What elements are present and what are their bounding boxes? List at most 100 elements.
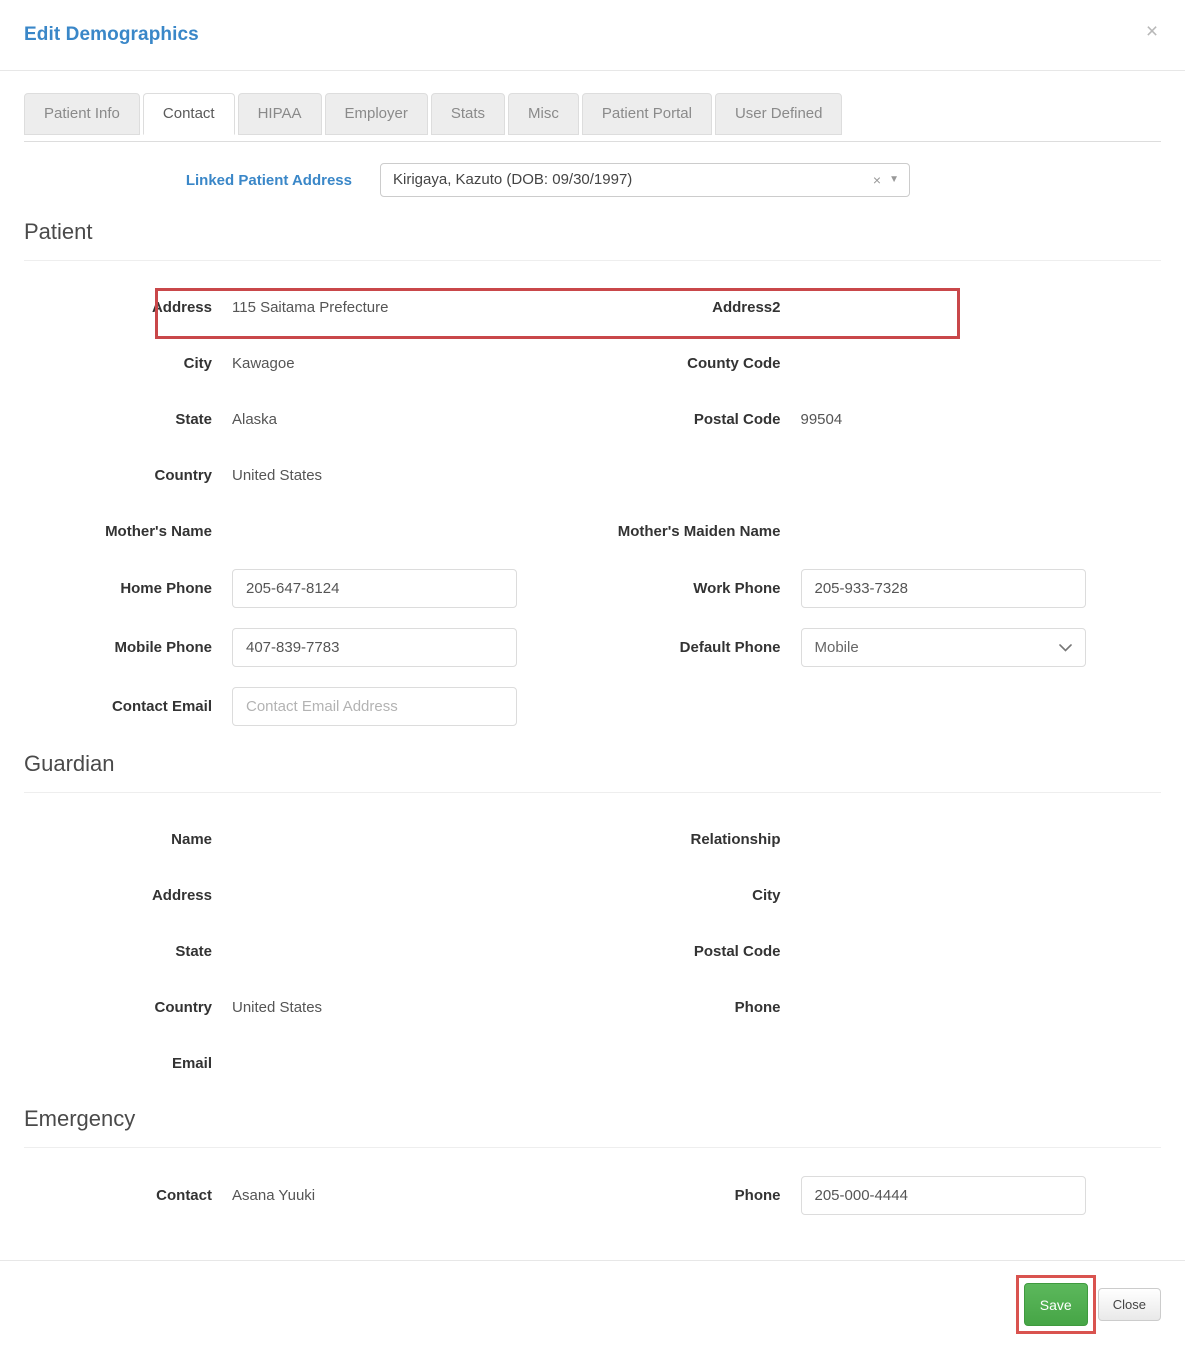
guardian-phone-label: Phone	[734, 998, 781, 1016]
emergency-field-grid: Contact Asana Yuuki Phone	[24, 1148, 1161, 1225]
field-emergency-phone: Phone	[593, 1166, 1162, 1225]
chevron-down-icon[interactable]: ▼	[889, 175, 899, 185]
patient-section-heading: Patient	[24, 219, 93, 244]
state-label: State	[175, 410, 212, 428]
default-phone-select[interactable]: Mobile	[800, 628, 1086, 667]
field-address2: Address2	[593, 279, 1162, 335]
dialog-footer: Save Close	[0, 1260, 1185, 1348]
county-code-value	[797, 354, 1162, 373]
work-phone-label: Work Phone	[693, 580, 781, 597]
linked-patient-address-label: Linked Patient Address	[185, 171, 352, 189]
emergency-contact-value: Asana Yuuki	[232, 1187, 316, 1204]
save-button-wrap: Save	[1015, 1275, 1096, 1334]
field-guardian-email-spacer	[593, 1035, 1162, 1091]
guardian-state-label: State	[175, 942, 212, 960]
guardian-relationship-value	[797, 830, 1162, 849]
field-country-spacer	[593, 447, 1162, 503]
emergency-section: Emergency Contact Asana Yuuki Phone	[0, 1091, 1185, 1225]
home-phone-label: Home Phone	[120, 580, 212, 597]
mothers-name-value	[228, 522, 593, 541]
tab-hipaa[interactable]: HIPAA	[237, 93, 322, 135]
tab-contact[interactable]: Contact	[142, 93, 235, 135]
guardian-country-value: United States	[232, 998, 323, 1016]
field-contact-email: Contact Email	[24, 677, 593, 736]
guardian-phone-value	[797, 998, 1162, 1017]
field-default-phone: Default Phone Mobile	[593, 618, 1162, 677]
country-value: United States	[232, 466, 323, 484]
field-mothers-maiden-name: Mother's Maiden Name	[593, 503, 1162, 559]
mobile-phone-label: Mobile Phone	[114, 639, 213, 656]
mothers-name-label: Mother's Name	[105, 522, 212, 540]
tab-patient-portal[interactable]: Patient Portal	[581, 93, 712, 135]
field-county-code: County Code	[593, 335, 1162, 391]
tab-stats[interactable]: Stats	[430, 93, 506, 135]
emergency-phone-label: Phone	[734, 1187, 781, 1204]
guardian-address-label: Address	[151, 886, 212, 904]
guardian-address-value	[228, 886, 593, 905]
close-icon[interactable]: ×	[1141, 20, 1163, 44]
mobile-phone-input[interactable]	[232, 628, 517, 667]
contact-email-input[interactable]	[232, 687, 517, 726]
patient-field-grid: Address 115 Saitama Prefecture Address2 …	[24, 261, 1161, 736]
country-label: Country	[154, 466, 213, 484]
field-city: City Kawagoe	[24, 335, 593, 391]
tab-user-defined[interactable]: User Defined	[714, 93, 843, 135]
field-guardian-email: Email	[24, 1035, 593, 1091]
address-value: 115 Saitama Prefecture	[232, 298, 389, 316]
tab-bar: Patient Info Contact HIPAA Employer Stat…	[0, 71, 1185, 142]
field-guardian-address: Address	[24, 867, 593, 923]
mothers-maiden-name-label: Mother's Maiden Name	[617, 522, 781, 540]
tab-list: Patient Info Contact HIPAA Employer Stat…	[24, 93, 1185, 135]
emergency-phone-input[interactable]	[800, 1176, 1086, 1215]
state-value: Alaska	[232, 410, 278, 428]
page-title: Edit Demographics	[24, 24, 199, 45]
work-phone-input[interactable]	[800, 569, 1086, 608]
field-guardian-name: Name	[24, 811, 593, 867]
guardian-city-label: City	[752, 886, 781, 904]
field-country: Country United States	[24, 447, 593, 503]
tab-underline	[24, 141, 1161, 142]
guardian-name-label: Name	[171, 830, 212, 848]
field-guardian-city: City	[593, 867, 1162, 923]
field-guardian-relationship: Relationship	[593, 811, 1162, 867]
address2-value	[797, 298, 1162, 317]
guardian-section-heading: Guardian	[24, 751, 115, 776]
field-home-phone: Home Phone	[24, 559, 593, 618]
field-guardian-postal-code: Postal Code	[593, 923, 1162, 979]
save-button[interactable]: Save	[1023, 1283, 1088, 1326]
guardian-relationship-label: Relationship	[690, 830, 781, 848]
guardian-state-value	[228, 942, 593, 961]
clear-icon[interactable]: ×	[869, 172, 889, 188]
guardian-country-label: Country	[154, 998, 213, 1016]
guardian-postal-code-label: Postal Code	[693, 942, 781, 960]
tab-employer[interactable]: Employer	[324, 93, 428, 135]
postal-code-value: 99504	[800, 410, 843, 428]
guardian-email-value	[228, 1054, 593, 1073]
guardian-section: Guardian Name Relationship Address City …	[0, 736, 1185, 1091]
address-label: Address	[151, 298, 212, 316]
guardian-city-value	[797, 886, 1162, 905]
home-phone-input[interactable]	[232, 569, 517, 608]
linked-patient-address-select[interactable]: Kirigaya, Kazuto (DOB: 09/30/1997) × ▼	[380, 163, 910, 197]
postal-code-label: Postal Code	[693, 410, 781, 428]
default-phone-label: Default Phone	[679, 639, 781, 656]
tab-patient-info[interactable]: Patient Info	[24, 93, 140, 135]
guardian-postal-code-value	[797, 942, 1162, 961]
field-mothers-name: Mother's Name	[24, 503, 593, 559]
tab-misc[interactable]: Misc	[508, 93, 579, 135]
contact-email-label: Contact Email	[111, 698, 212, 715]
linked-patient-address-value: Kirigaya, Kazuto (DOB: 09/30/1997)	[393, 171, 633, 188]
field-contact-email-spacer	[593, 677, 1162, 736]
dialog-header: Edit Demographics ×	[0, 0, 1185, 71]
city-label: City	[183, 354, 212, 372]
close-button[interactable]: Close	[1097, 1288, 1161, 1321]
emergency-contact-label: Contact	[156, 1187, 212, 1204]
field-emergency-contact: Contact Asana Yuuki	[24, 1166, 593, 1225]
guardian-name-value	[228, 830, 593, 849]
field-guardian-state: State	[24, 923, 593, 979]
city-value: Kawagoe	[232, 354, 295, 372]
mothers-maiden-name-value	[797, 522, 1162, 541]
emergency-section-heading: Emergency	[24, 1106, 136, 1131]
field-guardian-country: Country United States	[24, 979, 593, 1035]
field-address: Address 115 Saitama Prefecture	[24, 279, 593, 335]
